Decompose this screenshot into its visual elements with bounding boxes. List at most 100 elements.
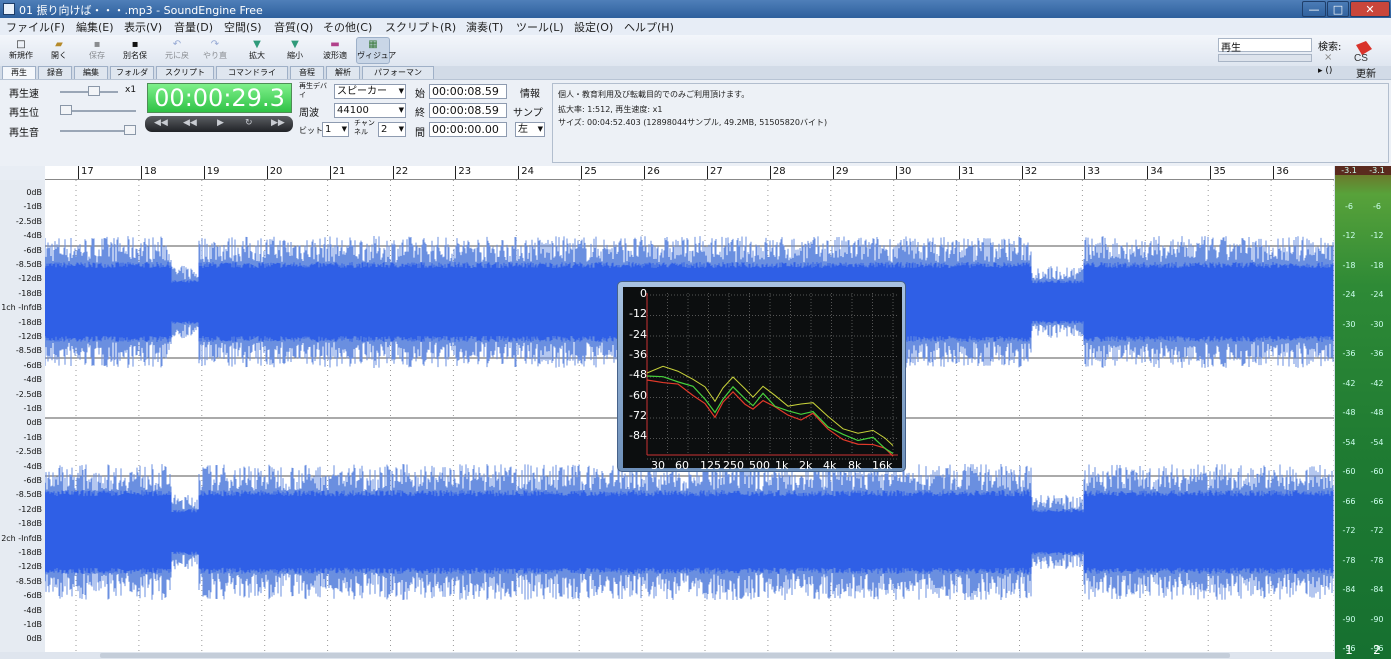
ruler-corner: [0, 166, 45, 180]
app-icon: [3, 3, 15, 15]
meter-scale-label: -66: [1370, 496, 1384, 506]
length-time-field[interactable]: 00:00:00.00: [429, 122, 507, 137]
nav-arrows[interactable]: ▸ (): [1318, 66, 1332, 76]
volume-slider-knob[interactable]: [124, 125, 136, 135]
level-meter-ch1: -3.1 -6 -12 -18 -24 -30 -36 -42 -48 -54 -60 -66 -72 -…: [1335, 166, 1363, 659]
play-button[interactable]: ▶: [217, 118, 224, 128]
scrollbar-thumb[interactable]: [100, 653, 1230, 658]
menu-file[interactable]: ファイル(F): [6, 19, 65, 35]
tab-folder[interactable]: フォルダ: [110, 66, 154, 79]
waveform-fit-button[interactable]: ▬ 波形適: [318, 37, 352, 64]
save-as-button[interactable]: ▪ 別名保: [118, 37, 152, 64]
visualizer-button[interactable]: ▦ ヴィジュア: [356, 37, 396, 64]
tab-performance[interactable]: パフォーマン: [362, 66, 434, 79]
menu-volume[interactable]: 音量(D): [174, 19, 213, 35]
tab-playback[interactable]: 再生: [2, 66, 36, 79]
bit-select[interactable]: 1 ▼: [322, 122, 349, 137]
close-button[interactable]: ✕: [1350, 1, 1390, 17]
fast-forward-button[interactable]: ▶▶: [271, 118, 285, 128]
db-label: -12dB: [18, 274, 42, 284]
menu-view[interactable]: 表示(V): [124, 19, 162, 35]
meter-scale-label: -30: [1342, 319, 1356, 329]
ruler-tick: 27: [707, 166, 723, 179]
spectrum-y-label: -24: [629, 327, 647, 341]
zoom-in-button[interactable]: ▼ 拡大: [240, 37, 274, 64]
start-time-field[interactable]: 00:00:08.59: [429, 84, 507, 99]
menu-edit[interactable]: 編集(E): [76, 19, 114, 35]
tab-pitch[interactable]: 音程: [290, 66, 324, 79]
tab-analysis[interactable]: 解析: [326, 66, 360, 79]
channel-label: チャンネル: [354, 119, 375, 136]
search-label: 検索:: [1318, 42, 1342, 53]
frequency-select[interactable]: 44100 ▼: [334, 103, 406, 118]
horizontal-scrollbar[interactable]: [0, 652, 1334, 659]
menu-help[interactable]: ヘルプ(H): [624, 19, 674, 35]
device-select[interactable]: スピーカー ▼: [334, 84, 406, 99]
save-as-icon: ▪: [131, 39, 139, 50]
maximize-button[interactable]: □: [1327, 1, 1349, 17]
meter-scale-label: -48: [1370, 408, 1384, 417]
redo-icon: ↷: [210, 39, 220, 50]
meter-scale-label: -3.1: [1341, 166, 1357, 175]
menu-space[interactable]: 空間(S): [224, 19, 262, 35]
spectrum-y-label: -12: [629, 307, 647, 321]
spectrum-x-label: 8k: [848, 459, 862, 472]
redo-button[interactable]: ↷ やり直: [198, 37, 232, 64]
open-button[interactable]: ▰ 開く: [42, 37, 76, 64]
meter-scale-label: -72: [1342, 526, 1356, 535]
status-field: 再生: [1218, 38, 1312, 54]
meter-scale-label: -24: [1342, 290, 1356, 299]
update-button[interactable]: 更新: [1356, 65, 1376, 80]
undo-button[interactable]: ↶ 元に戻: [160, 37, 194, 64]
ruler-tick: 23: [455, 166, 472, 179]
sample-label: サンプ: [513, 108, 543, 119]
end-label: 終: [415, 108, 425, 119]
tab-edit[interactable]: 編集: [74, 66, 108, 79]
info-box: 個人・教育利用及び転載目的でのみご利用頂けます。 拡大率: 1:512, 再生速…: [552, 83, 1389, 163]
ruler-tick: 32: [1021, 166, 1038, 179]
menu-other[interactable]: その他(C): [323, 19, 372, 35]
db-label: -6dB: [23, 360, 42, 370]
menu-tools[interactable]: ツール(L): [516, 19, 564, 35]
minimize-button[interactable]: —: [1302, 1, 1326, 17]
menu-settings[interactable]: 設定(O): [574, 19, 613, 35]
db-label: -4dB: [23, 375, 42, 385]
spectrum-analyzer-window[interactable]: 0 -12 -24 -36 -48 -60 -72 -84 30 60 125 250 500 1k 2k 4…: [617, 281, 906, 472]
end-time-field[interactable]: 00:00:08.59: [429, 103, 507, 118]
rewind-start-button[interactable]: ◀◀: [154, 118, 168, 128]
time-ruler[interactable]: 17 18 19 20 21 22 23 24 25 26 27 28 29 30 31 32 33 34 35 36: [45, 166, 1334, 180]
tab-script[interactable]: スクリプト: [156, 66, 214, 79]
menu-script[interactable]: スクリプト(R): [385, 19, 456, 35]
frequency-label: 周波: [299, 108, 319, 119]
db-label: -2.5dB: [15, 447, 42, 457]
loop-button[interactable]: ↻: [245, 118, 253, 128]
meter-channel-label: 2: [1373, 643, 1381, 657]
meter-scale-label: -78: [1342, 555, 1356, 565]
zoom-out-button[interactable]: ▼ 縮小: [278, 37, 312, 64]
speed-value: x1: [125, 85, 137, 95]
save-button[interactable]: ▪ 保存: [80, 37, 114, 64]
channel-select[interactable]: 2 ▼: [378, 122, 406, 137]
spectrum-y-label: -72: [629, 408, 647, 422]
db-label: -8.5dB: [15, 490, 42, 500]
spectrum-x-label: 16k: [872, 459, 893, 472]
menu-bar: ファイル(F) 編集(E) 表示(V) 音量(D) 空間(S) 音質(Q) その…: [0, 18, 1391, 35]
start-label: 始: [415, 89, 425, 100]
db-label: 2ch -InfdB: [1, 533, 42, 543]
db-label: 1ch -InfdB: [1, 303, 42, 313]
ruler-tick: 18: [140, 166, 157, 179]
tab-record[interactable]: 録音: [38, 66, 72, 79]
search-clear-icon[interactable]: ×: [1324, 52, 1332, 63]
spectrum-x-label: 4k: [823, 459, 837, 472]
spectrum-y-label: -60: [629, 388, 647, 402]
info-label: 情報: [520, 89, 540, 100]
meter-scale-label: -36: [1342, 349, 1356, 358]
speed-slider-knob[interactable]: [88, 86, 100, 96]
menu-play[interactable]: 演奏(T): [466, 19, 503, 35]
rewind-button[interactable]: ◀◀: [183, 118, 197, 128]
channel-side-select[interactable]: 左 ▼: [515, 122, 545, 137]
new-file-button[interactable]: □ 新規作: [4, 37, 38, 64]
position-slider-knob[interactable]: [60, 105, 72, 115]
tab-command-line[interactable]: コマンドライ: [216, 66, 288, 79]
menu-quality[interactable]: 音質(Q): [274, 19, 313, 35]
